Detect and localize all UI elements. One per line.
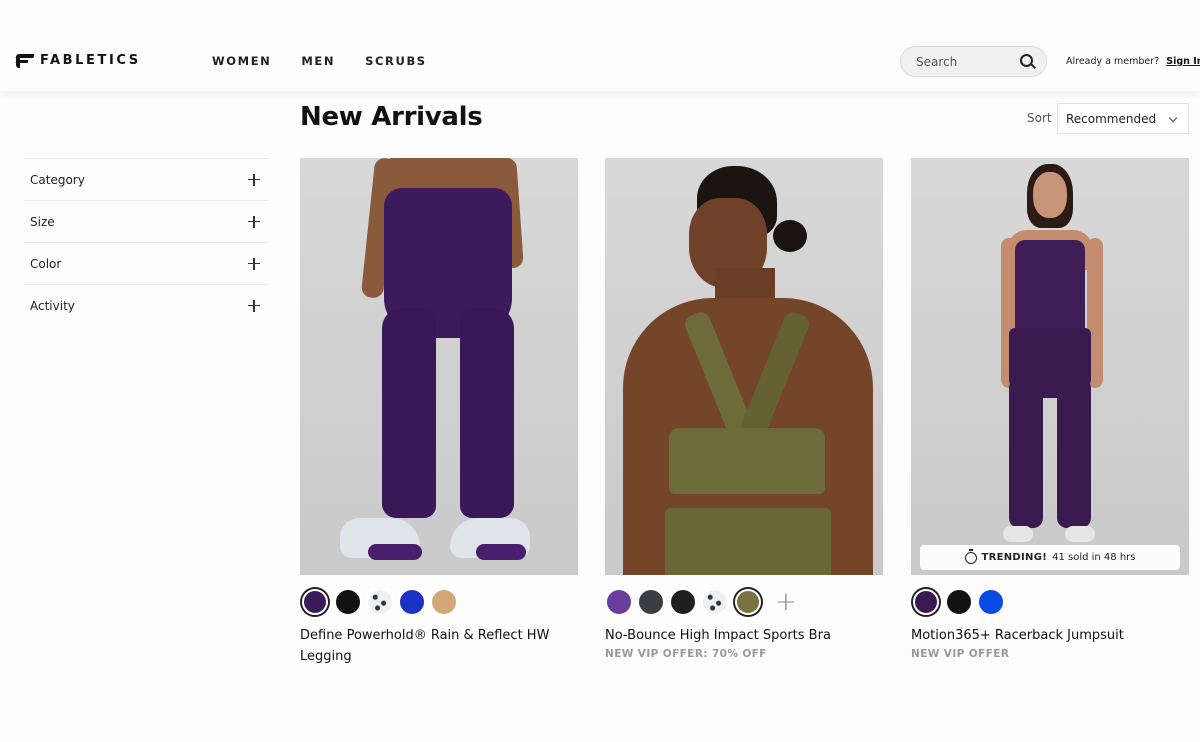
color-swatch[interactable] xyxy=(977,588,1005,616)
filter-label: Category xyxy=(30,172,85,187)
fabletics-logo[interactable]: FABLETICS xyxy=(16,53,141,68)
nav-scrubs[interactable]: SCRUBS xyxy=(365,54,427,68)
plus-icon xyxy=(248,173,260,186)
member-prompt: Already a member? xyxy=(1066,56,1160,67)
product-image[interactable] xyxy=(605,158,883,575)
nav-men[interactable]: MEN xyxy=(301,54,335,68)
legging-right-leg xyxy=(460,308,514,518)
vip-offer-label: NEW VIP OFFER: 70% OFF xyxy=(605,648,767,660)
sort-dropdown[interactable]: Recommended xyxy=(1057,103,1189,134)
color-swatch[interactable] xyxy=(398,588,426,616)
sign-in-link[interactable]: Sign In xyxy=(1166,56,1200,67)
search-bar xyxy=(900,46,1047,77)
shoe-sole xyxy=(368,544,422,560)
color-swatches xyxy=(911,587,1189,617)
color-swatch[interactable] xyxy=(913,589,939,615)
product-name[interactable]: No-Bounce High Impact Sports Bra xyxy=(605,625,883,646)
bra-band xyxy=(669,428,825,494)
brand-name: FABLETICS xyxy=(40,53,141,68)
filter-color[interactable]: Color xyxy=(24,242,268,284)
filter-label: Activity xyxy=(30,298,75,313)
filter-sidebar: Category Size Color Activity xyxy=(24,158,268,326)
search-input[interactable] xyxy=(916,54,1020,69)
product-card: TRENDING! 41 sold in 48 hrs Motion365+ R… xyxy=(911,158,1189,660)
trending-badge: TRENDING! 41 sold in 48 hrs xyxy=(920,545,1180,570)
main-nav: WOMEN MEN SCRUBS xyxy=(212,54,427,68)
sort-label: Sort xyxy=(1027,111,1052,125)
color-swatch[interactable] xyxy=(669,588,697,616)
timer-icon xyxy=(964,548,977,564)
color-swatch[interactable] xyxy=(302,589,328,615)
color-swatch[interactable] xyxy=(637,588,665,616)
fabletics-logo-icon xyxy=(16,53,34,68)
color-swatch[interactable] xyxy=(945,588,973,616)
product-image[interactable] xyxy=(300,158,578,575)
chevron-down-icon xyxy=(1168,113,1178,123)
jumpsuit-right-leg xyxy=(1057,378,1091,528)
jumpsuit-left-leg xyxy=(1009,378,1043,528)
member-signin: Already a member? Sign In xyxy=(1066,56,1200,67)
sort-selected-value: Recommended xyxy=(1066,111,1157,126)
color-swatch[interactable] xyxy=(701,588,729,616)
model-head xyxy=(1033,172,1067,218)
product-card: Define Powerhold® Rain & Reflect HW Legg… xyxy=(300,158,578,667)
plus-icon xyxy=(248,215,260,228)
color-swatch[interactable] xyxy=(430,588,458,616)
model-hair-bun xyxy=(773,220,807,252)
color-swatch[interactable] xyxy=(605,588,633,616)
filter-label: Color xyxy=(30,256,62,271)
jumpsuit-top xyxy=(1015,240,1085,340)
site-header: FABLETICS WOMEN MEN SCRUBS Already a mem… xyxy=(0,0,1200,92)
trending-text: 41 sold in 48 hrs xyxy=(1052,552,1136,563)
color-swatches xyxy=(300,587,578,617)
color-swatches: + xyxy=(605,587,883,617)
vip-offer-label: NEW VIP OFFER xyxy=(911,648,1010,660)
shoe xyxy=(1065,526,1095,542)
filter-label: Size xyxy=(30,214,55,229)
more-colors-button[interactable]: + xyxy=(775,589,797,615)
legging-left-leg xyxy=(382,308,436,518)
search-icon[interactable] xyxy=(1020,53,1036,70)
color-swatch[interactable] xyxy=(735,589,761,615)
nav-women[interactable]: WOMEN xyxy=(212,54,271,68)
product-image[interactable]: TRENDING! 41 sold in 48 hrs xyxy=(911,158,1189,575)
color-swatch[interactable] xyxy=(366,588,394,616)
product-name[interactable]: Define Powerhold® Rain & Reflect HW Legg… xyxy=(300,625,578,667)
product-name[interactable]: Motion365+ Racerback Jumpsuit xyxy=(911,625,1189,646)
plus-icon xyxy=(248,257,260,270)
filter-category[interactable]: Category xyxy=(24,158,268,200)
product-card: + No-Bounce High Impact Sports Bra NEW V… xyxy=(605,158,883,660)
page-title: New Arrivals xyxy=(300,102,483,132)
shoe-sole xyxy=(476,544,526,560)
filter-size[interactable]: Size xyxy=(24,200,268,242)
filter-activity[interactable]: Activity xyxy=(24,284,268,326)
plus-icon xyxy=(248,299,260,312)
color-swatch[interactable] xyxy=(334,588,362,616)
shoe xyxy=(1003,526,1033,542)
leggings-waistband xyxy=(665,508,831,575)
trending-label: TRENDING! xyxy=(981,552,1048,563)
